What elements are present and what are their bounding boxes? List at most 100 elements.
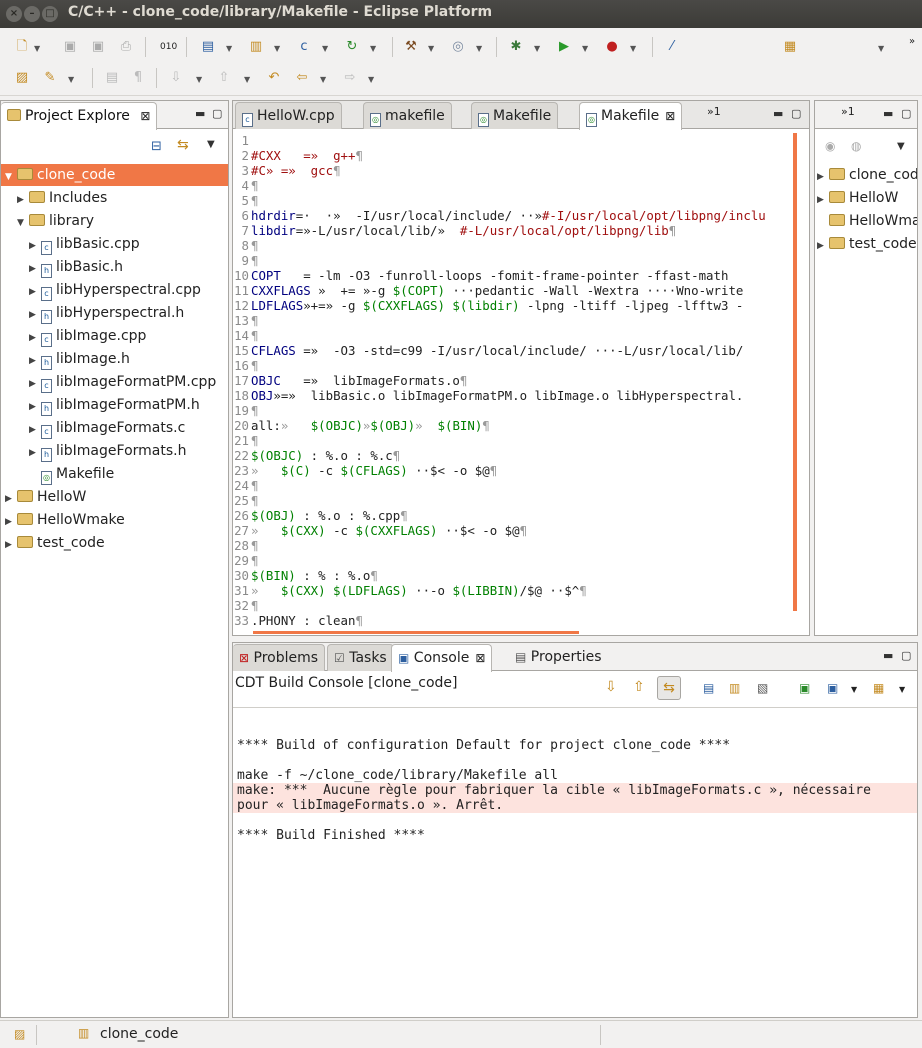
chevron-right-icon[interactable]: ▶: [5, 511, 17, 533]
chevron-right-icon[interactable]: ▶: [5, 488, 17, 510]
tree-item[interactable]: ▼ library: [1, 210, 228, 232]
code-line[interactable]: ¶: [251, 178, 258, 193]
minimize-icon[interactable]: ▬: [773, 107, 783, 120]
maximize-icon[interactable]: ▢: [212, 107, 222, 120]
run-external-icon[interactable]: ●: [604, 39, 620, 55]
code-line[interactable]: all:» $(OBJC)»$(OBJ)» $(BIN)¶: [251, 418, 490, 433]
tab-console[interactable]: ▣ Console ⊠: [391, 644, 493, 672]
pin-icon[interactable]: ⁄: [664, 39, 680, 55]
tab-overflow-button[interactable]: »1: [707, 105, 721, 118]
chevron-down-icon[interactable]: ▼: [630, 44, 636, 53]
code-line[interactable]: ¶: [251, 478, 258, 493]
tree-item[interactable]: ▶ c libImageFormatPM.cpp: [1, 371, 228, 393]
code-line[interactable]: OBJC =» libImageFormats.o¶: [251, 373, 467, 388]
tree-item[interactable]: ▶ c libBasic.cpp: [1, 233, 228, 255]
tab-overflow-button[interactable]: »1: [841, 105, 855, 118]
code-line[interactable]: $(BIN) : % : %.o¶: [251, 568, 378, 583]
tab-project-explorer[interactable]: Project Explore ⊠: [1, 102, 158, 130]
new-icon[interactable]: 🗋: [14, 39, 30, 55]
tree-item[interactable]: ▶ HelloW: [1, 486, 228, 508]
minimize-icon[interactable]: ▬: [883, 107, 893, 120]
tree-item[interactable]: ▶ h libBasic.h: [1, 256, 228, 278]
copy-console-icon[interactable]: ▥: [729, 681, 740, 695]
chevron-down-icon[interactable]: ▼: [244, 75, 250, 84]
tree-item[interactable]: ▶ h libImageFormatPM.h: [1, 394, 228, 416]
new-folder-icon[interactable]: ▥: [248, 39, 264, 55]
minimize-icon[interactable]: ▬: [883, 649, 893, 662]
code-line[interactable]: hdrdir=· ·» -I/usr/local/include/ ··»#-I…: [251, 208, 766, 223]
chevron-down-icon[interactable]: ▼: [534, 44, 540, 53]
code-line[interactable]: $(OBJ) : %.o : %.cpp¶: [251, 508, 408, 523]
code-line[interactable]: ¶: [251, 238, 258, 253]
build-hammer-icon[interactable]: ⚒: [403, 39, 419, 55]
link-with-editor-icon[interactable]: ⇆: [177, 137, 189, 153]
code-line[interactable]: .PHONY : clean¶: [251, 613, 363, 628]
fast-view-icon[interactable]: ▨: [14, 1027, 25, 1041]
pin-console-icon[interactable]: ▤: [703, 681, 714, 695]
tree-item[interactable]: ▶ test_code: [1, 532, 228, 554]
chevron-down-icon[interactable]: ▼: [34, 44, 40, 53]
run-icon[interactable]: ▶: [556, 39, 572, 55]
tree-item[interactable]: ▶ c libImage.cpp: [1, 325, 228, 347]
code-line[interactable]: $(OBJC) : %.o : %.c¶: [251, 448, 400, 463]
chevron-right-icon[interactable]: ▶: [29, 396, 41, 418]
close-icon[interactable]: ⊠: [665, 109, 675, 123]
open-element-icon[interactable]: ▨: [14, 70, 30, 86]
sync-icon[interactable]: ◉: [825, 139, 835, 153]
code-line[interactable]: ¶: [251, 253, 258, 268]
code-line[interactable]: ¶: [251, 598, 258, 613]
print-icon[interactable]: ⎙: [118, 39, 134, 55]
minimize-icon[interactable]: ▬: [195, 107, 205, 120]
outline-item[interactable]: ▶ test_code: [817, 233, 917, 255]
code-line[interactable]: ¶: [251, 403, 258, 418]
chevron-down-icon[interactable]: ▼: [196, 75, 202, 84]
tab-properties[interactable]: ▤ Properties: [509, 644, 608, 671]
chevron-right-icon[interactable]: ▶: [29, 258, 41, 280]
code-line[interactable]: ¶: [251, 553, 258, 568]
code-line[interactable]: CFLAGS =» -O3 -std=c99 -I/usr/local/incl…: [251, 343, 743, 358]
tree-item[interactable]: ▶ h libImageFormats.h: [1, 440, 228, 462]
minimize-window-button[interactable]: –: [24, 6, 40, 22]
outline-item[interactable]: HelloWma: [817, 210, 917, 232]
chevron-right-icon[interactable]: ▶: [5, 534, 17, 556]
tree-item[interactable]: ▼ clone_code: [1, 164, 228, 186]
view-menu-icon[interactable]: ▼: [897, 141, 905, 152]
scroll-down-icon[interactable]: ⇩: [605, 679, 617, 695]
code-editor[interactable]: 1 2 #CXX =» g++¶ 3 #C» =» gcc¶ 4 ¶ 5 ¶ 6 hdrdir=· …: [234, 131, 791, 631]
chevron-right-icon[interactable]: ▶: [29, 235, 41, 257]
chevron-down-icon[interactable]: ▼: [428, 44, 434, 53]
code-line[interactable]: LDFLAGS»+=» -g $(CXXFLAGS) $(libdir) -lp…: [251, 298, 743, 313]
maximize-icon[interactable]: ▢: [791, 107, 801, 120]
chevron-down-icon[interactable]: ▼: [320, 75, 326, 84]
chevron-down-icon[interactable]: ▼: [368, 75, 374, 84]
code-line[interactable]: ¶: [251, 493, 258, 508]
code-line[interactable]: ¶: [251, 358, 258, 373]
chevron-right-icon[interactable]: ▶: [29, 304, 41, 326]
new-project-icon[interactable]: ▤: [200, 39, 216, 55]
outline-item[interactable]: ▶ HelloW: [817, 187, 917, 209]
code-line[interactable]: ¶: [251, 538, 258, 553]
chevron-down-icon[interactable]: ▼: [17, 212, 29, 234]
code-line[interactable]: #CXX =» g++¶: [251, 148, 363, 163]
chevron-down-icon[interactable]: ▼: [322, 44, 328, 53]
chevron-right-icon[interactable]: ▶: [817, 189, 829, 209]
chevron-right-icon[interactable]: ▶: [29, 281, 41, 303]
tab-makefile-active[interactable]: ◎ Makefile ⊠: [579, 102, 683, 130]
open-console-icon[interactable]: ▣: [799, 681, 810, 695]
tree-item[interactable]: ▶ h libImage.h: [1, 348, 228, 370]
prev-annotation-icon[interactable]: ⇧: [216, 70, 232, 86]
chevron-down-icon[interactable]: ▼: [68, 75, 74, 84]
open-perspective-icon[interactable]: ▦: [782, 39, 798, 55]
outline-item[interactable]: ▶ clone_cod: [817, 164, 917, 186]
code-line[interactable]: ¶: [251, 193, 258, 208]
code-line[interactable]: CXXFLAGS » += »-g $(COPT) ···pedantic -W…: [251, 283, 743, 298]
code-line[interactable]: » $(CXX) -c $(CXXFLAGS) ··$< -o $@¶: [251, 523, 527, 538]
save-all-icon[interactable]: ▣: [90, 39, 106, 55]
code-line[interactable]: #C» =» gcc¶: [251, 163, 341, 178]
chevron-right-icon[interactable]: ▶: [29, 327, 41, 349]
collapse-all-icon[interactable]: ⊟: [151, 139, 162, 154]
perspective-overflow-icon[interactable]: »: [904, 34, 920, 50]
editor-vertical-scrollbar[interactable]: [793, 133, 797, 611]
show-whitespace-icon[interactable]: ¶: [130, 70, 146, 86]
new-console-icon[interactable]: ▦: [873, 681, 884, 695]
